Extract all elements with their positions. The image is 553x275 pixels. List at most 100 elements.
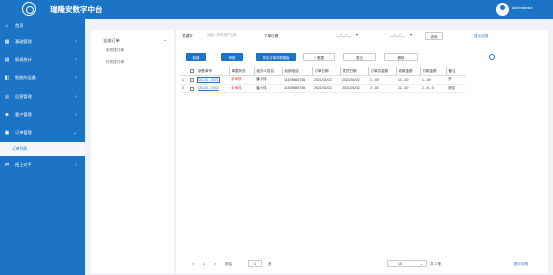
table-header[interactable]: 付款金额 bbox=[419, 67, 446, 77]
add-data-button[interactable]: + 数据 bbox=[303, 53, 335, 61]
chevron-down-icon: ⌄ bbox=[72, 130, 77, 137]
phone-cell: 11678665736 bbox=[282, 84, 312, 94]
status-cell: 未审核 bbox=[229, 84, 254, 94]
sidebar-item-home[interactable]: ⌂ 首页 bbox=[0, 19, 85, 33]
chart-icon: ▤ bbox=[4, 57, 10, 64]
date-from-input[interactable]: __/__/__ bbox=[336, 33, 351, 37]
table-header[interactable]: 收款金额 bbox=[395, 67, 420, 77]
phone-cell: 11678665736 bbox=[282, 75, 312, 85]
sidebar-item-customers[interactable]: ☻ 客户管理 › bbox=[0, 106, 85, 124]
order-no-link[interactable]: DD-20...0002 bbox=[198, 86, 219, 90]
avatar[interactable] bbox=[496, 3, 509, 16]
chevron-right-icon: › bbox=[75, 57, 77, 64]
chevron-down-icon: ⌄ bbox=[419, 262, 423, 266]
unaudit-button[interactable]: 退出 bbox=[343, 53, 376, 61]
audit-button[interactable]: 审核 bbox=[221, 53, 243, 61]
note-cell: 开 bbox=[446, 75, 466, 85]
sidebar-item-basic[interactable]: ▦ 基础管理 › bbox=[0, 33, 85, 51]
page-number-current[interactable]: 1 bbox=[203, 262, 205, 266]
order-no-cell: DD-20...0001 bbox=[196, 75, 229, 85]
received-cell: 11...00 bbox=[396, 75, 420, 85]
date-label: 下单日期 bbox=[264, 34, 279, 38]
order-icon: ▣ bbox=[4, 130, 10, 137]
sidebar-item-label: 智能的设备 bbox=[15, 75, 36, 81]
page-size-value: 10 bbox=[398, 262, 402, 266]
total-cell: 1...00 bbox=[368, 75, 396, 85]
chevron-down-icon[interactable]: ⌄ bbox=[163, 37, 167, 43]
prev-page-button[interactable]: < bbox=[192, 262, 194, 266]
delete-button[interactable]: 删除 bbox=[384, 53, 418, 61]
chevron-right-icon: › bbox=[75, 75, 77, 82]
table-header[interactable]: 经办人姓名 bbox=[253, 67, 282, 77]
new-button[interactable]: 新增 bbox=[186, 53, 206, 61]
help-link[interactable]: 图示说明 bbox=[514, 262, 528, 267]
sidebar-item-label: 基础管理 bbox=[15, 39, 32, 45]
sidebar-item-operations[interactable]: ◎ 运营管理 › bbox=[0, 88, 85, 106]
note-cell: 测试 bbox=[446, 84, 466, 94]
sidebar-item-orders[interactable]: ▣ 订单管理 ⌄ bbox=[0, 124, 85, 142]
table-header-row: 销售单号 单据状态 经办人姓名 经销电话 订单日期 发货日期 订单总金额 收款金… bbox=[180, 67, 466, 77]
top-bar: 瑞隆安数字中台 Administrator bbox=[0, 0, 553, 19]
tree-title[interactable]: 全部订单 bbox=[103, 38, 120, 44]
sidebar-item-devices[interactable]: ◧ 智能的设备 › bbox=[0, 69, 85, 87]
next-page-button[interactable]: > bbox=[214, 262, 216, 266]
table-row[interactable]: 2 DD-20...0002 未审核 潘小伟 11678665736 2021/… bbox=[180, 84, 466, 94]
keyword-label: 关键字 bbox=[182, 34, 193, 38]
paid-cell: 1...00 bbox=[420, 75, 446, 85]
row-index: 1 bbox=[180, 75, 188, 85]
sidebar-item-reports[interactable]: ▤ 报表统计 › bbox=[0, 51, 85, 69]
goto-page-input[interactable]: 1 bbox=[248, 260, 262, 267]
caret-down-icon[interactable]: ▾ bbox=[410, 32, 412, 37]
person-cell: 潘小伟 bbox=[254, 75, 282, 85]
table-header[interactable]: 单据状态 bbox=[228, 67, 254, 77]
sidebar-item-label: 首页 bbox=[15, 23, 24, 28]
chevron-right-icon: › bbox=[75, 93, 77, 100]
settings-icon[interactable] bbox=[489, 54, 495, 60]
table-header[interactable]: 经销电话 bbox=[281, 67, 312, 77]
row-checkbox[interactable] bbox=[190, 77, 194, 82]
order-no-link[interactable]: DD-20...0001 bbox=[197, 76, 220, 83]
order-tree-panel: 全部订单 ⌄ 未完成订单 已完成订单 bbox=[91, 30, 174, 273]
table-header[interactable]: 订单日期 bbox=[311, 67, 340, 77]
chevron-right-icon: › bbox=[75, 39, 77, 46]
select-all-checkbox[interactable] bbox=[190, 69, 194, 74]
order-date-cell: 2021/01/02 bbox=[312, 75, 340, 85]
order-date-cell: 2021/01/02 bbox=[312, 84, 340, 94]
table-row[interactable]: 1 DD-20...0001 未审核 潘小伟 11678665736 2021/… bbox=[180, 75, 466, 85]
total-count: 共 2 条 bbox=[430, 262, 442, 266]
sidebar-item-online[interactable]: ⇄ 线上对平 › bbox=[0, 156, 85, 174]
export-template-button[interactable]: 导出订单详情模板 bbox=[256, 53, 296, 61]
grid-icon: ▦ bbox=[4, 39, 10, 46]
total-cell: 2...00 bbox=[368, 84, 396, 94]
sidebar-item-label: 订单管理 bbox=[15, 130, 32, 136]
sidebar-subitem-order-list[interactable]: 订单列表 bbox=[0, 142, 85, 157]
pagination: < 1 > 前往 bbox=[192, 262, 232, 267]
ops-icon: ◎ bbox=[4, 93, 10, 100]
home-icon: ⌂ bbox=[5, 23, 9, 29]
ship-date-cell: 2021/01/02 bbox=[340, 75, 368, 85]
date-to-input[interactable]: __/__/__ bbox=[390, 33, 405, 37]
person-cell: 潘小伟 bbox=[254, 84, 282, 94]
goto-suffix: 页 bbox=[268, 262, 272, 266]
show-all-link[interactable]: 显示全部 bbox=[474, 34, 488, 39]
table-header[interactable]: 发货日期 bbox=[339, 67, 368, 77]
tree-item-completed[interactable]: 已完成订单 bbox=[106, 60, 124, 65]
logo-icon bbox=[22, 2, 36, 16]
search-button[interactable]: 查询 bbox=[425, 32, 443, 40]
sidebar-item-label: 报表统计 bbox=[15, 57, 32, 63]
table-header[interactable]: 订单总金额 bbox=[367, 67, 396, 77]
keyword-input[interactable]: 请输入单号/客户名称 bbox=[204, 32, 252, 40]
orders-table: 销售单号 单据状态 经办人姓名 经销电话 订单日期 发货日期 订单总金额 收款金… bbox=[180, 67, 466, 94]
sidebar-item-label: 线上对平 bbox=[15, 162, 32, 168]
device-icon: ◧ bbox=[4, 75, 10, 82]
row-checkbox-cell bbox=[188, 84, 196, 94]
page-size-select[interactable]: 10 ⌄ bbox=[387, 260, 427, 267]
username[interactable]: Administrator bbox=[512, 6, 533, 10]
table-header[interactable]: 销售单号 bbox=[196, 67, 229, 77]
row-index: 2 bbox=[180, 84, 188, 94]
tree-item-pending[interactable]: 未完成订单 bbox=[106, 48, 124, 53]
table-header[interactable]: 备注 bbox=[445, 67, 466, 77]
caret-down-icon[interactable]: ▾ bbox=[356, 32, 358, 37]
row-checkbox[interactable] bbox=[190, 86, 194, 91]
goto-label: 前往 bbox=[225, 262, 233, 266]
